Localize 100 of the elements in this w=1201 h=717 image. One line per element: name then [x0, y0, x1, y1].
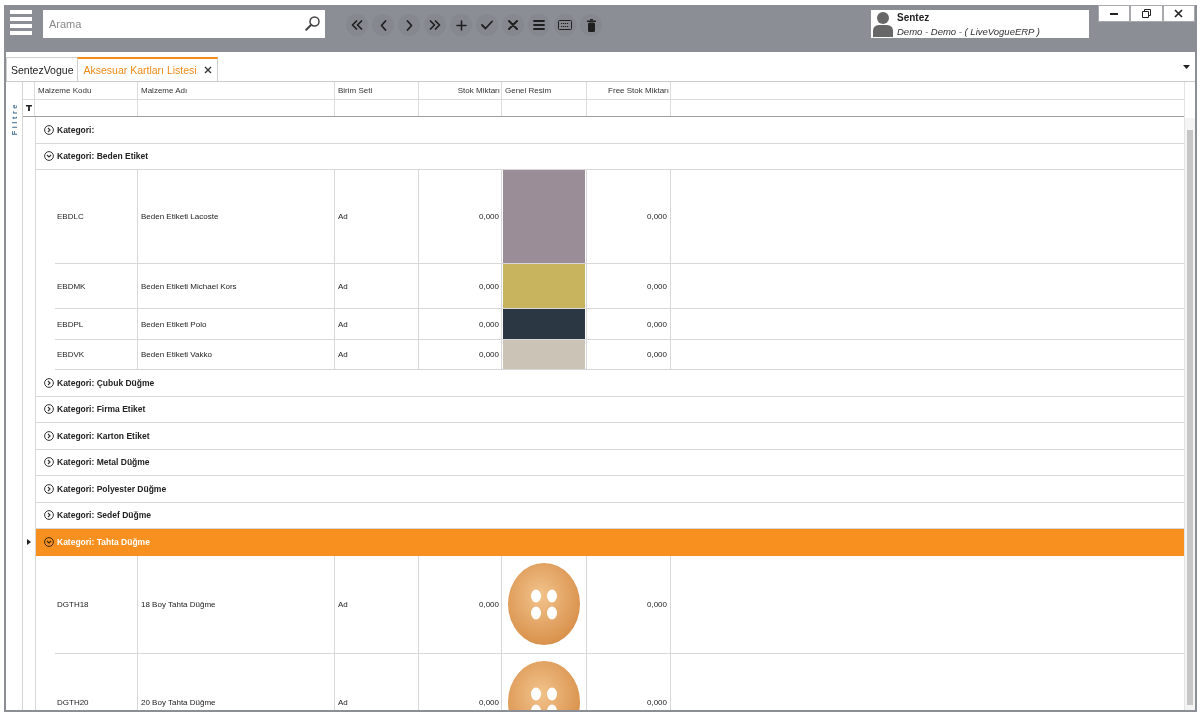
lines-icon — [533, 20, 545, 30]
group-row[interactable]: Kategori: Sedef Düğme — [35, 502, 1184, 529]
table-cell: 0,000 — [587, 340, 671, 369]
vertical-scrollbar[interactable] — [1185, 118, 1195, 710]
table-cell: Beden Etiketi Polo — [138, 309, 335, 339]
table-cell: Ad — [335, 264, 419, 308]
circled-chevron-down-icon[interactable] — [44, 151, 54, 162]
table-cell: 0,000 — [419, 264, 502, 308]
circled-chevron-right-icon[interactable] — [44, 483, 54, 494]
circled-chevron-right-icon[interactable] — [44, 124, 54, 135]
toolbar-button[interactable] — [424, 14, 446, 36]
group-label: Kategori: Metal Düğme — [57, 457, 150, 468]
table-cell: 0,000 — [587, 170, 671, 263]
group-row[interactable]: Kategori: Metal Düğme — [35, 449, 1184, 476]
column-header[interactable]: Malzeme Adı — [138, 82, 335, 99]
toolbar-button[interactable] — [398, 14, 420, 36]
circled-chevron-right-icon[interactable] — [44, 457, 54, 468]
toolbar-button[interactable] — [502, 14, 524, 36]
table-cell: 20 Boy Tahta Düğme — [138, 653, 335, 710]
group-label: Kategori: Sedef Düğme — [57, 510, 151, 521]
table-cell: EBDPL — [55, 309, 138, 339]
table-cell: EBDVK — [55, 340, 138, 369]
minimize-icon — [1110, 12, 1119, 15]
group-label: Kategori: Polyester Düğme — [57, 483, 167, 494]
group-label: Kategori: Tahta Düğme — [57, 536, 150, 547]
cross-icon — [508, 20, 518, 30]
keyboard-icon — [558, 20, 572, 30]
group-label: Kategori: Beden Etiket — [57, 151, 149, 162]
trash-icon — [586, 18, 596, 32]
toolbar-button[interactable] — [476, 14, 498, 36]
search-field[interactable]: Arama — [43, 10, 325, 38]
scrollbar-thumb[interactable] — [1187, 130, 1193, 705]
table-cell: 0,000 — [587, 653, 671, 710]
close-icon[interactable] — [203, 66, 212, 74]
group-row[interactable]: Kategori: — [35, 117, 1184, 144]
table-cell: Beden Etiketi Vakko — [138, 340, 335, 369]
table-cell: 0,000 — [587, 555, 671, 653]
toolbar-button[interactable] — [580, 14, 602, 36]
restore-icon — [1142, 9, 1151, 18]
chevron-right-icon — [405, 19, 413, 31]
table-cell: DGTH20 — [55, 653, 138, 710]
table-cell: Beden Etiketi Lacoste — [138, 170, 335, 263]
table-cell: 0,000 — [419, 170, 502, 263]
table-cell: DGTH18 — [55, 555, 138, 653]
circled-chevron-right-icon[interactable] — [44, 404, 54, 415]
table-cell: Ad — [335, 340, 419, 369]
table-cell: Ad — [335, 653, 419, 710]
group-label: Kategori: Karton Etiket — [57, 430, 150, 441]
table-cell: EBDMK — [55, 264, 138, 308]
table-cell: Ad — [335, 170, 419, 263]
toolbar-button[interactable] — [528, 14, 550, 36]
group-label: Kategori: Çubuk Düğme — [57, 377, 155, 388]
restore-button[interactable] — [1130, 5, 1163, 22]
chevron-left-icon — [379, 19, 387, 31]
table-cell: 0,000 — [419, 309, 502, 339]
group-row[interactable]: Kategori: Polyester Düğme — [35, 476, 1184, 503]
double-chevron-right-icon — [429, 20, 441, 30]
checkmark-icon — [481, 20, 493, 30]
column-header[interactable]: Malzeme Kodu — [35, 82, 138, 99]
group-label: Kategori: Firma Etiket — [57, 404, 146, 415]
toolbar-button[interactable] — [346, 14, 368, 36]
table-cell: 0,000 — [419, 653, 502, 710]
group-label: Kategori: — [57, 124, 95, 135]
double-chevron-left-icon — [351, 20, 363, 30]
user-name: Sentez — [897, 12, 931, 23]
table-cell: EBDLC — [55, 170, 138, 263]
table-cell: Ad — [335, 309, 419, 339]
column-header[interactable]: Stok Miktarı — [419, 82, 502, 99]
column-header[interactable]: Free Stok Miktarı — [587, 82, 671, 99]
circled-chevron-right-icon[interactable] — [44, 510, 54, 521]
filter-icon[interactable] — [25, 105, 32, 111]
table-cell: 0,000 — [419, 555, 502, 653]
circled-chevron-down-icon[interactable] — [44, 536, 54, 547]
circled-chevron-right-icon[interactable] — [44, 377, 54, 388]
table-cell: Ad — [335, 555, 419, 653]
group-row[interactable]: Kategori: Çubuk Düğme — [35, 370, 1184, 397]
toolbar-button[interactable] — [450, 14, 472, 36]
search-icon[interactable] — [305, 16, 320, 31]
circled-chevron-right-icon[interactable] — [44, 430, 54, 441]
table-cell: 18 Boy Tahta Düğme — [138, 555, 335, 653]
person-silhouette-icon — [873, 11, 893, 37]
column-header[interactable]: Birim Seti — [335, 82, 419, 99]
plus-icon — [455, 19, 467, 31]
table-cell: 0,000 — [419, 340, 502, 369]
group-row[interactable]: Kategori: Karton Etiket — [35, 423, 1184, 450]
close-button[interactable] — [1162, 5, 1195, 22]
minimize-button[interactable] — [1098, 5, 1131, 22]
menu-icon[interactable] — [10, 10, 32, 35]
table-cell: Beden Etiketi Michael Kors — [138, 264, 335, 308]
user-subtitle: Demo - Demo - ( LiveVogueERP ) — [897, 26, 1040, 37]
group-row[interactable]: Kategori: Firma Etiket — [35, 396, 1184, 423]
toolbar-button[interactable] — [372, 14, 394, 36]
table-cell: 0,000 — [587, 264, 671, 308]
caret-down-icon[interactable] — [1183, 64, 1190, 69]
group-row[interactable]: Kategori: Beden Etiket — [35, 143, 1184, 170]
toolbar-button[interactable] — [554, 14, 576, 36]
close-icon — [1174, 9, 1184, 18]
table-cell: 0,000 — [587, 309, 671, 339]
column-header[interactable]: Genel Resim — [502, 82, 587, 99]
tab[interactable]: SentezVogue — [6, 57, 79, 81]
